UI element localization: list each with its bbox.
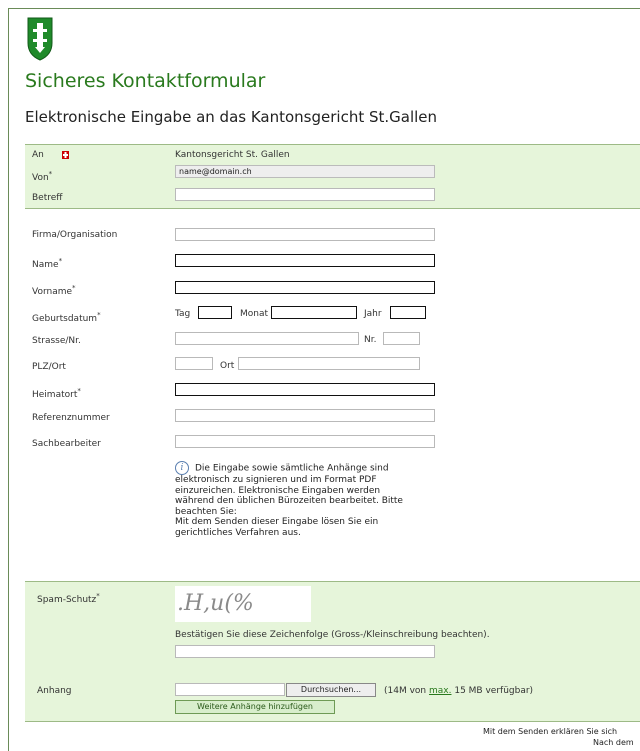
firma-label: Firma/Organisation <box>32 230 118 240</box>
jahr-field[interactable] <box>390 306 426 319</box>
info-line: Mit dem Senden dieser Eingabe lösen Sie … <box>175 517 379 527</box>
sachbearbeiter-label: Sachbearbeiter <box>32 439 101 449</box>
add-attachment-button[interactable]: Weitere Anhänge hinzufügen <box>175 700 335 714</box>
info-line: gerichtliches Verfahren aus. <box>175 527 301 538</box>
monat-label: Monat <box>240 309 269 319</box>
plz-label: PLZ/Ort <box>32 362 66 372</box>
vorname-label: Vorname* <box>32 284 76 297</box>
quota-text: (14M von max. 15 MB verfügbar) <box>384 686 534 696</box>
jahr-label: Jahr <box>364 309 382 319</box>
betreff-label: Betreff <box>32 193 63 203</box>
ort-label: Ort <box>220 361 235 371</box>
info-line: während den üblichen Bürozeiten bearbeit… <box>175 496 403 506</box>
info-line: Die Eingabe sowie sämtliche Anhänge sind <box>195 463 389 474</box>
name-field[interactable] <box>175 254 435 267</box>
an-value: Kantonsgericht St. Gallen <box>175 150 290 160</box>
page-subtitle: Elektronische Eingabe an das Kantonsgeri… <box>25 108 438 126</box>
tag-label: Tag <box>175 309 191 319</box>
strasse-field[interactable] <box>175 332 359 345</box>
footer-line-1: Mit dem Senden erklären Sie sich <box>483 727 618 736</box>
page-title: Sicheres Kontaktformular <box>25 70 266 92</box>
info-icon: i <box>175 461 189 475</box>
browse-button[interactable]: Durchsuchen... <box>286 683 376 697</box>
info-line: einzureichen. Elektronische Eingaben wer… <box>175 485 381 496</box>
captcha-input[interactable] <box>175 645 435 658</box>
nr-field[interactable] <box>383 332 420 345</box>
von-field[interactable] <box>175 165 435 178</box>
flag-icon <box>62 151 69 159</box>
monat-field[interactable] <box>271 306 357 319</box>
footer-line-2: Nach dem <box>593 738 634 747</box>
heimatort-field[interactable] <box>175 383 435 396</box>
coat-of-arms-logo <box>27 17 53 61</box>
firma-field[interactable] <box>175 228 435 241</box>
captcha-instruction: Bestätigen Sie diese Zeichenfolge (Gross… <box>175 630 490 640</box>
betreff-field[interactable] <box>175 188 435 201</box>
sachbearbeiter-field[interactable] <box>175 435 435 448</box>
heimatort-label: Heimatort* <box>32 387 81 400</box>
an-label: An <box>32 150 44 160</box>
info-notice: i Die Eingabe sowie sämtliche Anhänge sin… <box>175 461 445 538</box>
tag-field[interactable] <box>198 306 232 319</box>
plz-field[interactable] <box>175 357 213 370</box>
strasse-label: Strasse/Nr. <box>32 336 81 346</box>
info-line: beachten Sie: <box>175 506 237 517</box>
vorname-field[interactable] <box>175 281 435 294</box>
file-path-field[interactable] <box>175 683 285 696</box>
name-label: Name* <box>32 257 63 270</box>
referenz-field[interactable] <box>175 409 435 422</box>
referenz-label: Referenznummer <box>32 413 110 423</box>
captcha-image: .H,u(% <box>175 586 311 622</box>
spam-label: Spam-Schutz* <box>37 592 100 605</box>
ort-field[interactable] <box>238 357 420 370</box>
anhang-label: Anhang <box>37 686 72 696</box>
geburtsdatum-label: Geburtsdatum* <box>32 311 101 324</box>
von-label: Von* <box>32 170 53 183</box>
nr-label: Nr. <box>364 335 377 345</box>
max-link[interactable]: max. <box>429 686 451 696</box>
info-line: elektronisch zu signieren und im Format … <box>175 475 377 485</box>
